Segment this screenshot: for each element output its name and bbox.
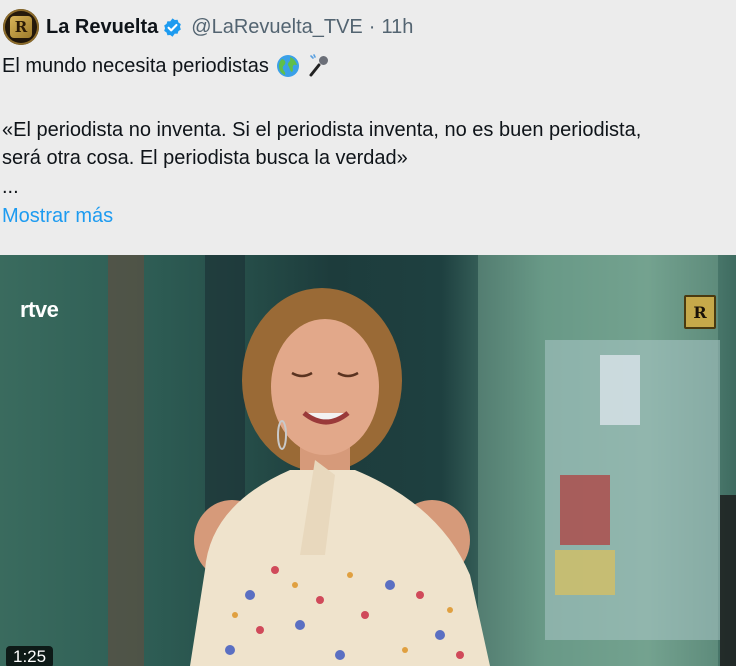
separator-dot: · [368,15,376,38]
video-frame [108,255,736,666]
post-text-line-2: «El periodista no inventa. Si el periodi… [2,119,642,141]
post-time[interactable]: 11h [381,16,413,39]
verified-badge-icon [164,17,182,37]
show-corner-logo: R [684,295,716,329]
show-more-link[interactable]: Mostrar más [2,203,113,229]
author-name[interactable]: La Revuelta [46,16,158,39]
avatar-logo: R [10,16,32,38]
post-text-line-3: será otra cosa. El periodista busca la v… [2,147,408,169]
rtve-logo: rtve [20,297,59,322]
video-player[interactable]: rtve R 1:25 [0,255,736,666]
post-text-ellipsis: ... [2,176,19,198]
video-duration: 1:25 [6,646,54,666]
microphone-icon [309,54,328,77]
post-text-line-1: El mundo necesita periodistas [2,53,333,79]
author-handle[interactable]: @LaRevuelta_TVE [191,16,363,39]
post-header: R La Revuelta @LaRevuelta_TVE · 11h [0,8,736,46]
post-text-intro: El mundo necesita periodistas [2,55,269,77]
author-avatar[interactable]: R [3,9,39,45]
globe-icon [276,55,299,77]
